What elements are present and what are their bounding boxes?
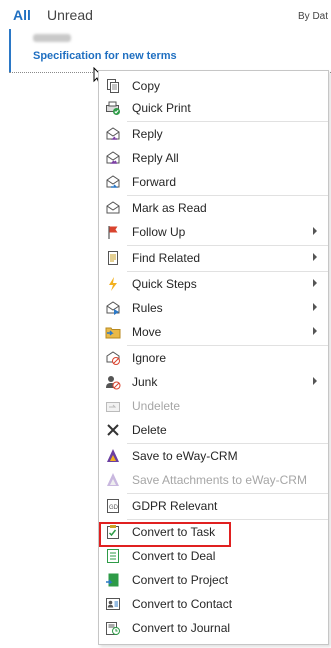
menu-item-label: GDPR Relevant (132, 499, 218, 513)
gdpr-icon: GD (105, 498, 121, 514)
menu-item-label: Find Related (132, 251, 201, 265)
contact-icon (105, 596, 121, 612)
menu-item-follow-up[interactable]: Follow Up (99, 220, 328, 244)
lightning-icon (105, 276, 121, 292)
menu-item-move[interactable]: Move (99, 320, 328, 344)
submenu-arrow-icon (313, 377, 317, 385)
context-menu: Copy Quick Print Reply Reply All Forward… (98, 70, 329, 645)
menu-item-convert-to-journal[interactable]: Convert to Journal (99, 616, 328, 640)
message-subject: Specification for new terms (33, 50, 177, 62)
submenu-arrow-icon (313, 327, 317, 335)
menu-item-rules[interactable]: Rules (99, 296, 328, 320)
menu-item-label: Copy (132, 79, 161, 93)
view-tabs: All Unread By Dat (0, 0, 331, 30)
folder-icon (105, 324, 121, 340)
copy-icon (105, 78, 121, 94)
undelete-icon (105, 398, 121, 414)
menu-item-junk[interactable]: Junk (99, 370, 328, 394)
menu-item-label: Follow Up (132, 225, 186, 239)
menu-item-label: Save to eWay-CRM (132, 449, 238, 463)
menu-item-label: Delete (132, 423, 167, 437)
menu-item-label: Rules (132, 301, 163, 315)
menu-item-label: Mark as Read (132, 201, 207, 215)
journal-icon (105, 620, 121, 636)
sort-by-dropdown[interactable]: By Dat (298, 11, 328, 22)
eway-attachments-icon (105, 472, 121, 488)
menu-item-label: Convert to Deal (132, 549, 216, 563)
deal-icon (105, 548, 121, 564)
menu-item-label: Convert to Project (132, 573, 229, 587)
rules-icon (105, 300, 121, 316)
message-item[interactable]: Specification for new terms (9, 29, 331, 73)
find-related-icon (105, 250, 121, 266)
menu-item-mark-as-read[interactable]: Mark as Read (99, 196, 328, 220)
menu-item-convert-to-contact[interactable]: Convert to Contact (99, 592, 328, 616)
menu-item-copy[interactable]: Copy (99, 74, 328, 98)
message-sender-blurred (33, 34, 71, 42)
menu-item-label: Convert to Journal (132, 621, 231, 635)
submenu-arrow-icon (313, 227, 317, 235)
quick-print-icon (105, 100, 121, 116)
mark-as-read-icon (105, 200, 121, 216)
junk-icon (105, 374, 121, 390)
menu-item-reply[interactable]: Reply (99, 122, 328, 146)
svg-text:GD: GD (109, 505, 119, 511)
flag-icon (105, 224, 121, 240)
eway-save-icon (105, 448, 121, 464)
menu-item-label: Forward (132, 175, 177, 189)
menu-item-label: Move (132, 325, 162, 339)
menu-item-label: Junk (132, 375, 158, 389)
menu-item-gdpr-relevant[interactable]: GD GDPR Relevant (99, 494, 328, 518)
ignore-icon (105, 350, 121, 366)
menu-item-ignore[interactable]: Ignore (99, 346, 328, 370)
menu-item-save-attachments-to-eway-crm[interactable]: Save Attachments to eWay-CRM (99, 468, 328, 492)
menu-item-quick-print[interactable]: Quick Print (99, 96, 328, 120)
menu-item-label: Reply All (132, 151, 179, 165)
delete-icon (105, 422, 121, 438)
menu-item-label: Quick Print (132, 101, 191, 115)
menu-item-convert-to-deal[interactable]: Convert to Deal (99, 544, 328, 568)
menu-item-convert-to-project[interactable]: Convert to Project (99, 568, 328, 592)
menu-item-delete[interactable]: Delete (99, 418, 328, 442)
reply-all-icon (105, 150, 121, 166)
tab-all[interactable]: All (13, 7, 31, 23)
menu-item-label: Convert to Contact (132, 597, 233, 611)
project-icon (105, 572, 121, 588)
menu-item-save-to-eway-crm[interactable]: Save to eWay-CRM (99, 444, 328, 468)
menu-item-label: Undelete (132, 399, 181, 413)
menu-item-find-related[interactable]: Find Related (99, 246, 328, 270)
menu-item-label: Quick Steps (132, 277, 197, 291)
menu-item-forward[interactable]: Forward (99, 170, 328, 194)
menu-item-undelete[interactable]: Undelete (99, 394, 328, 418)
submenu-arrow-icon (313, 303, 317, 311)
menu-item-reply-all[interactable]: Reply All (99, 146, 328, 170)
forward-icon (105, 174, 121, 190)
menu-item-quick-steps[interactable]: Quick Steps (99, 272, 328, 296)
submenu-arrow-icon (313, 279, 317, 287)
menu-item-label: Save Attachments to eWay-CRM (132, 473, 307, 487)
tab-unread[interactable]: Unread (47, 7, 93, 23)
menu-item-label: Ignore (132, 351, 167, 365)
submenu-arrow-icon (313, 253, 317, 261)
menu-item-label: Reply (132, 127, 163, 141)
reply-icon (105, 126, 121, 142)
